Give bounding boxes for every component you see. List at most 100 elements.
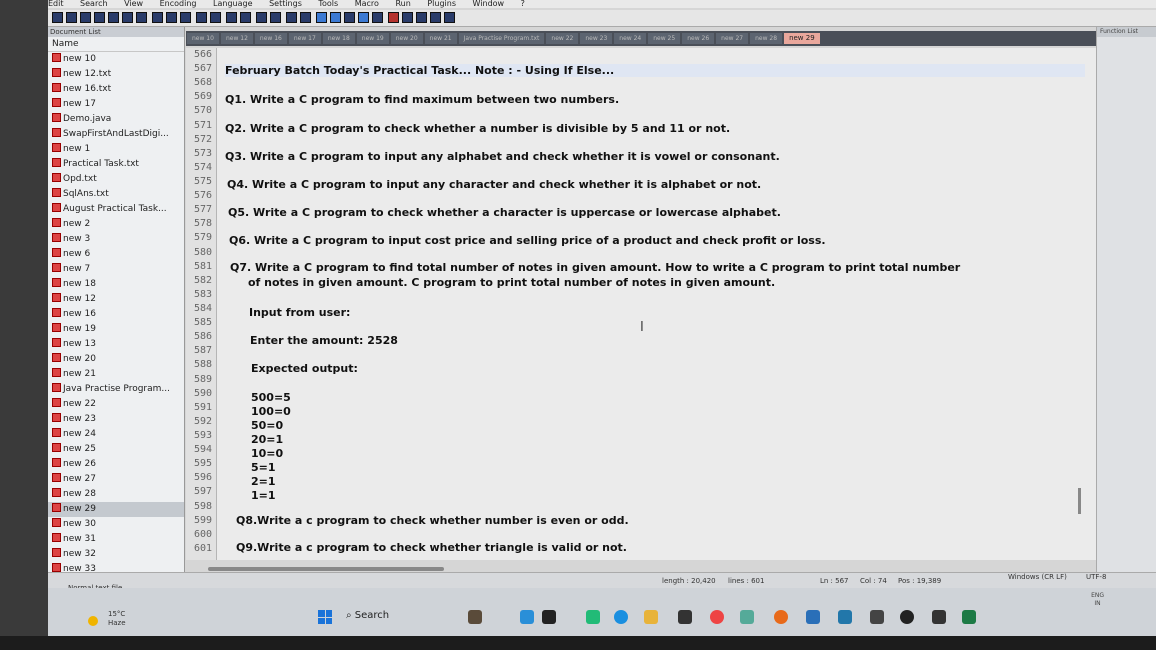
document-list-item[interactable]: new 10 [48,52,184,67]
app2-icon[interactable] [806,610,820,624]
menu-window[interactable]: Window [473,0,505,8]
tab-16[interactable]: new 29 [784,33,820,44]
tab-13[interactable]: new 26 [682,33,715,44]
terminal-icon[interactable] [932,610,946,624]
word-wrap-icon[interactable] [300,12,311,23]
replace-icon[interactable] [240,12,251,23]
document-list-item[interactable]: new 26 [48,457,184,472]
tab-3[interactable]: new 17 [288,33,321,44]
record-macro-icon[interactable] [388,12,399,23]
zoom-in-icon[interactable] [256,12,267,23]
app-icon[interactable] [586,610,600,624]
stop-macro-icon[interactable] [402,12,413,23]
menu-help[interactable]: ? [521,0,525,8]
menu-plugins[interactable]: Plugins [427,0,456,8]
tab-15[interactable]: new 28 [750,33,783,44]
document-list-item[interactable]: new 1 [48,142,184,157]
document-list-item[interactable]: new 12 [48,292,184,307]
edge-icon[interactable] [614,610,628,624]
document-list-item[interactable]: new 16.txt [48,82,184,97]
all-chars-icon[interactable] [316,12,327,23]
tab-1[interactable]: new 12 [220,33,253,44]
document-list-item[interactable]: new 23 [48,412,184,427]
sync-scroll-icon[interactable] [286,12,297,23]
save-macro-icon[interactable] [444,12,455,23]
document-list-item[interactable]: new 12.txt [48,67,184,82]
document-list-item[interactable]: new 24 [48,427,184,442]
excel-icon[interactable] [962,610,976,624]
menu-encoding[interactable]: Encoding [160,0,197,8]
save-all-icon[interactable] [94,12,105,23]
document-list-item[interactable]: new 18 [48,277,184,292]
windows-start-icon[interactable] [318,610,332,624]
function-list-icon[interactable] [358,12,369,23]
menu-tools[interactable]: Tools [318,0,338,8]
folder-workspace-icon[interactable] [372,12,383,23]
menu-edit[interactable]: Edit [48,0,64,8]
editor[interactable]: February Batch Today's Practical Task...… [217,48,1096,560]
language-indicator[interactable]: ENG IN [1091,592,1104,608]
app3-icon[interactable] [838,610,852,624]
tab-12[interactable]: new 25 [648,33,681,44]
document-list-item[interactable]: SqlAns.txt [48,187,184,202]
document-list-item[interactable]: Demo.java [48,112,184,127]
menu-view[interactable]: View [124,0,143,8]
tab-2[interactable]: new 16 [254,33,287,44]
indent-guide-icon[interactable] [330,12,341,23]
tab-4[interactable]: new 18 [322,33,355,44]
document-list-item[interactable]: new 13 [48,337,184,352]
store-icon[interactable] [678,610,692,624]
zoom-out-icon[interactable] [270,12,281,23]
paste-icon[interactable] [180,12,191,23]
close-icon[interactable] [108,12,119,23]
app5-icon[interactable] [900,610,914,624]
menu-language[interactable]: Language [213,0,252,8]
document-list-item[interactable]: Practical Task.txt [48,157,184,172]
document-list-item[interactable]: new 3 [48,232,184,247]
document-list-item[interactable]: new 20 [48,352,184,367]
doc-map-icon[interactable] [344,12,355,23]
menu-settings[interactable]: Settings [269,0,302,8]
document-list-item[interactable]: new 21 [48,367,184,382]
document-list-item[interactable]: new 6 [48,247,184,262]
document-list-item[interactable]: new 25 [48,442,184,457]
vertical-scrollbar[interactable] [1078,488,1081,514]
tab-10[interactable]: new 23 [580,33,613,44]
document-list-item[interactable]: new 2 [48,217,184,232]
menu-search[interactable]: Search [80,0,107,8]
tab-7[interactable]: new 21 [424,33,457,44]
new-file-icon[interactable] [52,12,63,23]
document-list-item[interactable]: SwapFirstAndLastDigi... [48,127,184,142]
firefox-icon[interactable] [774,610,788,624]
taskbar-search[interactable]: ⌕ Search [346,610,389,621]
chrome-icon[interactable] [710,610,724,624]
open-file-icon[interactable] [66,12,77,23]
tab-5[interactable]: new 19 [356,33,389,44]
document-list-item[interactable]: new 28 [48,487,184,502]
widgets-icon[interactable] [468,610,482,624]
tab-0[interactable]: new 10 [187,33,219,44]
notepad-plus-plus-icon[interactable] [740,610,754,624]
play-macro-icon[interactable] [416,12,427,23]
undo-icon[interactable] [196,12,207,23]
tab-6[interactable]: new 20 [390,33,423,44]
horizontal-scrollbar[interactable] [208,567,444,571]
document-list-item[interactable]: Opd.txt [48,172,184,187]
tab-14[interactable]: new 27 [716,33,749,44]
document-list-item[interactable]: new 31 [48,532,184,547]
document-list-item[interactable]: new 30 [48,517,184,532]
document-list-item[interactable]: new 32 [48,547,184,562]
tab-9[interactable]: new 22 [546,33,579,44]
teams-icon[interactable] [520,610,534,624]
file-explorer-icon[interactable] [542,610,556,624]
document-list-item[interactable]: new 7 [48,262,184,277]
cut-icon[interactable] [152,12,163,23]
menu-macro[interactable]: Macro [355,0,379,8]
app4-icon[interactable] [870,610,884,624]
document-list-item[interactable]: new 16 [48,307,184,322]
run-macro-multiple-icon[interactable] [430,12,441,23]
close-all-icon[interactable] [122,12,133,23]
redo-icon[interactable] [210,12,221,23]
save-icon[interactable] [80,12,91,23]
document-list-item[interactable]: new 17 [48,97,184,112]
